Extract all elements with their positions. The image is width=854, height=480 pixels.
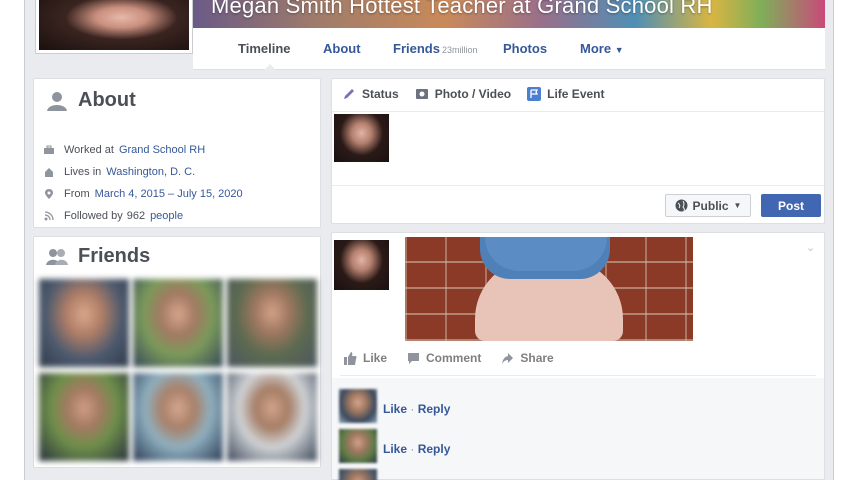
tab-friends-label: Friends (393, 41, 440, 56)
share-icon (502, 352, 514, 364)
thumbs-up-icon (344, 351, 357, 365)
composer-divider (332, 111, 824, 112)
friend-thumbnail[interactable] (227, 373, 317, 461)
cover-photo[interactable]: Megan Smith Hottest Teacher at Grand Sch… (193, 0, 825, 28)
location-pin-icon (45, 189, 53, 199)
globe-icon (675, 199, 688, 212)
facebook-profile-page: Megan Smith Hottest Teacher at Grand Sch… (24, 0, 834, 480)
status-label: Status (362, 87, 399, 101)
share-label: Share (520, 351, 554, 365)
comment-links: Like · Reply (383, 402, 450, 416)
commenter-avatar[interactable] (339, 429, 377, 463)
friends-heading: Friends (46, 245, 150, 268)
active-tab-indicator (264, 64, 276, 70)
friends-icon (46, 248, 68, 265)
comment-button[interactable]: Comment (407, 351, 481, 365)
about-card: About Worked at Grand School RH Lives in… (33, 78, 321, 228)
comment-links: Like · Reply (383, 442, 450, 456)
status-button[interactable]: Status (342, 87, 399, 101)
life-event-button[interactable]: Life Event (527, 87, 605, 101)
composer-footer-divider (332, 185, 824, 186)
workplace-link[interactable]: Grand School RH (119, 144, 205, 156)
comment-item-partial (339, 469, 377, 480)
about-item-prefix: Followed by (64, 210, 123, 222)
about-item-work: Worked at Grand School RH (44, 139, 243, 161)
friends-grid (39, 279, 317, 461)
about-heading: About (46, 89, 136, 112)
comment-reply-link[interactable]: Reply (418, 402, 451, 416)
like-button[interactable]: Like (344, 351, 387, 365)
composer-avatar (334, 114, 389, 162)
comment-reply-link[interactable]: Reply (418, 442, 451, 456)
tab-photos[interactable]: Photos (503, 41, 547, 56)
comment-like-link[interactable]: Like (383, 402, 407, 416)
about-item-lives: Lives in Washington, D. C. (44, 161, 243, 183)
tab-friends[interactable]: Friends 23million (393, 41, 478, 56)
profile-nav-bar: Timeline About Friends 23million Photos M… (193, 28, 825, 70)
profile-photo-image (39, 0, 189, 50)
post-divider (340, 375, 816, 376)
friends-count: 23million (441, 45, 478, 55)
friend-thumbnail[interactable] (39, 373, 129, 461)
flag-icon (527, 87, 542, 101)
friend-thumbnail[interactable] (227, 279, 317, 367)
friends-card: Friends (33, 236, 321, 468)
follower-count: 962 (126, 210, 146, 222)
comments-section: Like · Reply Like · Reply (332, 378, 824, 480)
privacy-label: Public (692, 198, 729, 213)
about-item-prefix: Lives in (64, 166, 102, 178)
profile-picture[interactable] (35, 0, 193, 54)
comment-item: Like · Reply (339, 389, 450, 423)
like-label: Like (363, 351, 388, 365)
commenter-avatar[interactable] (339, 389, 377, 423)
commenter-avatar[interactable] (339, 469, 377, 480)
separator-dot: · (410, 402, 415, 416)
post-options-chevron-icon[interactable]: ⌄ (806, 241, 815, 254)
hometown-link[interactable]: Washington, D. C. (106, 166, 195, 178)
caret-down-icon: ▼ (733, 201, 742, 210)
post-composer: Status Photo / Video Life Event Public ▼… (331, 78, 825, 224)
tab-about[interactable]: About (323, 41, 361, 56)
separator-dot: · (410, 442, 415, 456)
tab-more[interactable]: More ▼ (580, 41, 624, 56)
share-button[interactable]: Share (501, 351, 554, 365)
comment-label: Comment (426, 351, 482, 365)
post-photo[interactable] (405, 237, 693, 341)
person-icon (47, 91, 67, 111)
tab-more-label: More (580, 41, 612, 56)
life-event-label: Life Event (547, 87, 605, 101)
about-item-prefix: From (64, 188, 90, 200)
followers-link[interactable]: people (150, 210, 183, 222)
photo-video-label: Photo / Video (434, 87, 512, 101)
photo-clothing-highlight (485, 237, 607, 271)
friend-thumbnail[interactable] (133, 279, 223, 367)
caret-down-icon: ▼ (614, 45, 624, 55)
comment-icon (408, 352, 420, 364)
rss-icon (44, 211, 54, 221)
post-actions: Like Comment Share (344, 351, 554, 365)
timeline-post: ⌄ Like Comment Share Like · Reply Like ·… (331, 232, 825, 480)
friends-heading-label[interactable]: Friends (78, 245, 150, 268)
about-item-from: From March 4, 2015 – July 15, 2020 (44, 183, 243, 205)
about-list: Worked at Grand School RH Lives in Washi… (44, 139, 243, 227)
about-item-prefix: Worked at (64, 144, 114, 156)
composer-actions: Status Photo / Video Life Event (342, 87, 605, 101)
house-icon (45, 168, 53, 177)
comment-item: Like · Reply (339, 429, 450, 463)
tab-timeline[interactable]: Timeline (238, 41, 291, 56)
photo-video-button[interactable]: Photo / Video (415, 87, 511, 101)
camera-icon (415, 89, 428, 99)
date-range-link[interactable]: March 4, 2015 – July 15, 2020 (95, 188, 243, 200)
pencil-icon (344, 89, 354, 99)
friend-thumbnail[interactable] (39, 279, 129, 367)
profile-name-title: Megan Smith Hottest Teacher at Grand Sch… (211, 0, 713, 18)
about-heading-label: About (78, 89, 136, 111)
post-button[interactable]: Post (761, 194, 821, 217)
comment-like-link[interactable]: Like (383, 442, 407, 456)
briefcase-icon (44, 145, 54, 154)
privacy-selector[interactable]: Public ▼ (665, 194, 751, 217)
about-item-followers: Followed by 962 people (44, 205, 243, 227)
friend-thumbnail[interactable] (133, 373, 223, 461)
post-author-avatar[interactable] (334, 240, 389, 290)
